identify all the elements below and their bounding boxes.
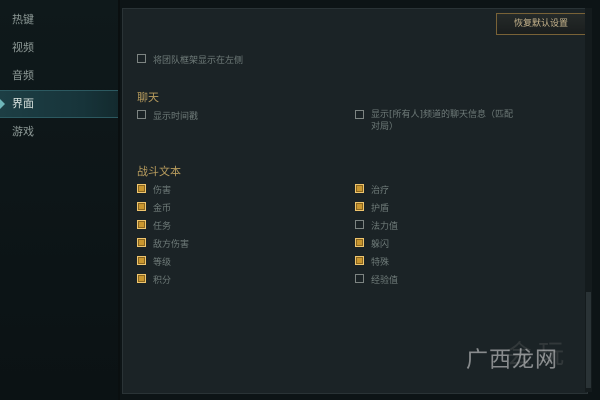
combat-dodge-checkbox[interactable] xyxy=(355,238,364,247)
combat-heal-checkbox[interactable] xyxy=(355,184,364,193)
team-frame-left-checkbox[interactable] xyxy=(137,54,146,63)
combat-heal-option[interactable]: 治疗 xyxy=(355,183,389,196)
combat-shield-option[interactable]: 护盾 xyxy=(355,201,389,214)
combat-experience-option[interactable]: 经验值 xyxy=(355,273,398,286)
combat-enemy-damage-option[interactable]: 敌方伤害 xyxy=(137,237,189,250)
sidebar-item-hotkeys[interactable]: 热键 xyxy=(0,6,118,34)
all-chat-label: 显示[所有人]频道的聊天信息（匹配对局） xyxy=(371,110,514,132)
team-frame-left-label: 将团队框架显示在左侧 xyxy=(153,56,244,66)
combat-dodge-option[interactable]: 躲闪 xyxy=(355,237,389,250)
team-frame-left-option[interactable]: 将团队框架显示在左侧 xyxy=(137,53,243,66)
combat-special-checkbox[interactable] xyxy=(355,256,364,265)
sidebar-item-game[interactable]: 游戏 xyxy=(0,118,118,146)
sidebar-divider xyxy=(118,0,120,400)
combat-special-option[interactable]: 特殊 xyxy=(355,255,389,268)
combat-shield-checkbox[interactable] xyxy=(355,202,364,211)
sidebar-item-interface[interactable]: 界面 xyxy=(0,90,118,118)
combat-mana-label: 法力值 xyxy=(371,222,399,232)
combat-mana-checkbox[interactable] xyxy=(355,220,364,229)
combat-level-option[interactable]: 等级 xyxy=(137,255,171,268)
combat-damage-checkbox[interactable] xyxy=(137,184,146,193)
combat-heal-label: 治疗 xyxy=(371,186,390,196)
show-timestamps-option[interactable]: 显示时间戳 xyxy=(137,109,198,122)
combat-dodge-label: 躲闪 xyxy=(371,240,390,250)
combat-gold-label: 金币 xyxy=(153,204,172,214)
restore-defaults-button[interactable]: 恢复默认设置 xyxy=(496,13,586,35)
all-chat-checkbox[interactable] xyxy=(355,110,364,119)
combat-quest-option[interactable]: 任务 xyxy=(137,219,171,232)
settings-sidebar: 热键 视频 音频 界面 游戏 xyxy=(0,0,118,400)
combat-quest-label: 任务 xyxy=(153,222,172,232)
combat-level-label: 等级 xyxy=(153,258,172,268)
combat-experience-checkbox[interactable] xyxy=(355,274,364,283)
scrollbar-thumb[interactable] xyxy=(586,292,591,388)
combat-level-checkbox[interactable] xyxy=(137,256,146,265)
combat-enemy-damage-label: 敌方伤害 xyxy=(153,240,190,250)
combat-experience-label: 经验值 xyxy=(371,276,399,286)
combat-gold-checkbox[interactable] xyxy=(137,202,146,211)
sidebar-item-video[interactable]: 视频 xyxy=(0,34,118,62)
combat-score-label: 积分 xyxy=(153,276,172,286)
watermark: 广西龙网 xyxy=(466,348,559,373)
chat-section-title: 聊天 xyxy=(137,91,159,104)
sidebar-item-audio[interactable]: 音频 xyxy=(0,62,118,90)
all-chat-option[interactable]: 显示[所有人]频道的聊天信息（匹配对局） xyxy=(355,109,521,133)
combat-score-checkbox[interactable] xyxy=(137,274,146,283)
combat-quest-checkbox[interactable] xyxy=(137,220,146,229)
show-timestamps-checkbox[interactable] xyxy=(137,110,146,119)
combat-special-label: 特殊 xyxy=(371,258,390,268)
combat-damage-label: 伤害 xyxy=(153,186,172,196)
combat-enemy-damage-checkbox[interactable] xyxy=(137,238,146,247)
combat-score-option[interactable]: 积分 xyxy=(137,273,171,286)
combat-text-section-title: 战斗文本 xyxy=(137,165,181,178)
combat-shield-label: 护盾 xyxy=(371,204,390,214)
combat-gold-option[interactable]: 金币 xyxy=(137,201,171,214)
combat-mana-option[interactable]: 法力值 xyxy=(355,219,398,232)
show-timestamps-label: 显示时间戳 xyxy=(153,112,199,122)
combat-damage-option[interactable]: 伤害 xyxy=(137,183,171,196)
